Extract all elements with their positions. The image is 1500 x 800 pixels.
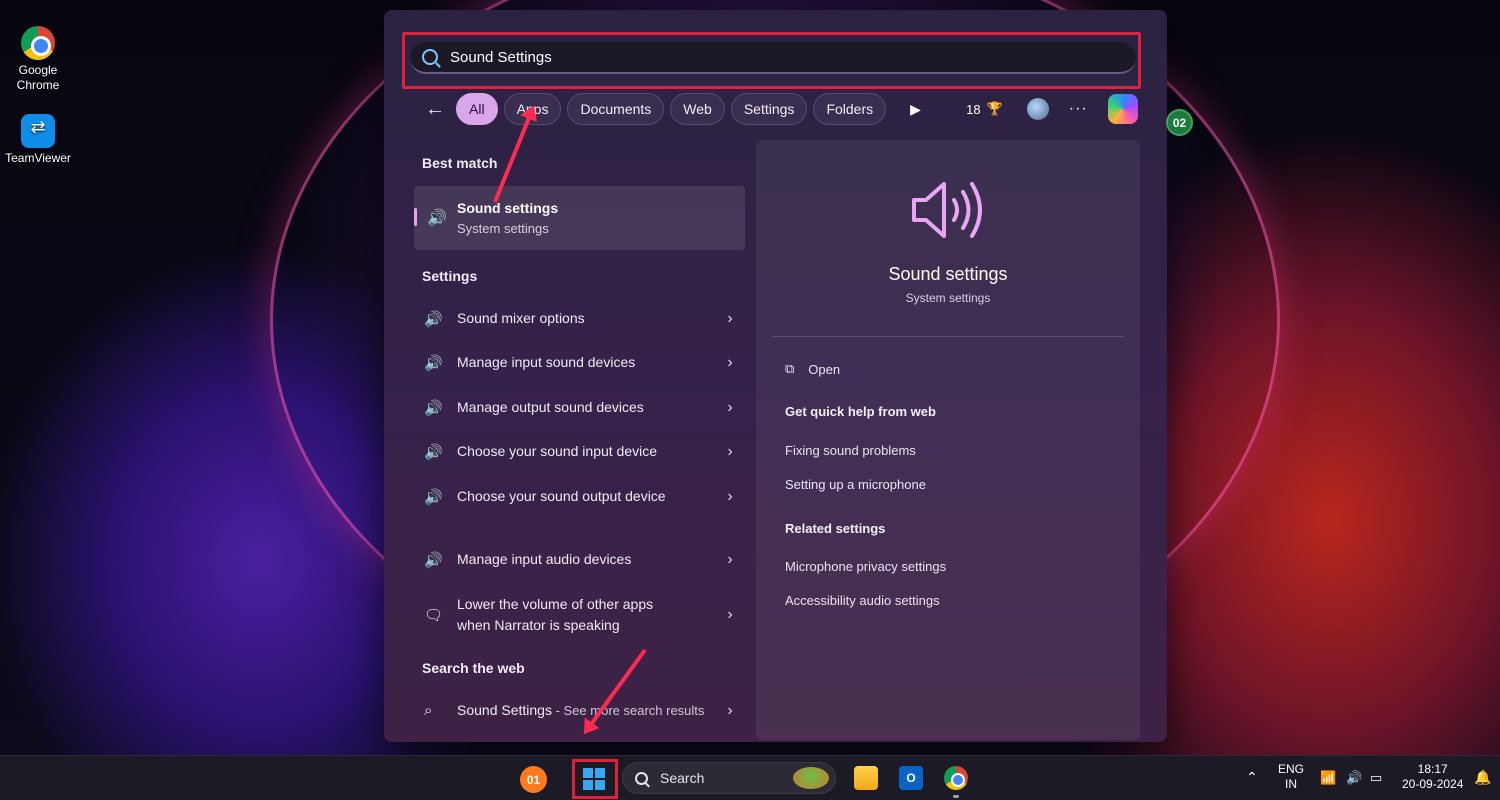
wifi-icon[interactable]: 📶: [1320, 770, 1336, 785]
outlook-icon[interactable]: O: [899, 766, 923, 790]
desktop-icon-label: TeamViewer: [5, 151, 71, 165]
open-label: Open: [808, 361, 841, 377]
rewards-points[interactable]: 18 🏆: [966, 101, 1003, 117]
clock-date: 20-09-2024: [1402, 777, 1464, 791]
chrome-icon[interactable]: [944, 766, 968, 790]
annotation-badge-02: 02: [1166, 109, 1193, 136]
running-indicator: [953, 795, 959, 798]
quick-help-heading: Get quick help from web: [785, 404, 936, 419]
battery-icon[interactable]: ▭: [1370, 770, 1382, 785]
language-code: ENG: [1278, 762, 1305, 776]
volume-icon[interactable]: 🔊: [1346, 770, 1362, 785]
quick-help-link[interactable]: Setting up a microphone: [785, 477, 926, 492]
related-settings-link[interactable]: Accessibility audio settings: [785, 593, 940, 608]
more-filters-play-icon[interactable]: ▶: [910, 101, 930, 118]
chevron-right-icon: ›: [727, 309, 733, 327]
search-web-heading: Search the web: [422, 660, 525, 676]
selection-accent: [414, 208, 417, 226]
clock[interactable]: 18:17 20-09-2024: [1402, 762, 1463, 792]
open-external-icon: ⧉: [785, 361, 795, 376]
web-search-label: Sound Settings - See more search results: [457, 700, 720, 721]
open-action[interactable]: ⧉ Open: [785, 361, 840, 377]
desktop-icon-label: Chrome: [16, 78, 60, 92]
speaker-large-icon: [912, 182, 982, 238]
region-code: IN: [1285, 777, 1297, 791]
speaker-icon: 🔊: [424, 488, 443, 506]
back-arrow-icon[interactable]: ←: [420, 98, 450, 121]
chevron-up-icon[interactable]: ⌃: [1246, 770, 1258, 785]
teamviewer-icon: [21, 114, 55, 148]
taskbar-search[interactable]: Search: [622, 762, 836, 794]
search-icon: [635, 771, 648, 785]
related-settings-heading: Related settings: [785, 521, 886, 536]
web-search-query: Sound Settings: [457, 702, 552, 718]
copilot-icon[interactable]: [1107, 94, 1138, 124]
best-match-heading: Best match: [422, 155, 498, 171]
chevron-right-icon: ›: [727, 487, 733, 505]
list-item-label: Choose your sound output device: [457, 488, 666, 504]
desktop-icon-teamviewer[interactable]: TeamViewer: [3, 114, 73, 166]
narrator-icon: 🗨: [424, 607, 444, 624]
desktop-icon-label: Google: [18, 63, 58, 77]
chevron-right-icon: ›: [727, 701, 733, 719]
desktop-icon-chrome[interactable]: Google Chrome: [3, 26, 73, 93]
divider: [772, 336, 1124, 337]
list-item[interactable]: 🔊 Choose your sound output device ›: [424, 486, 740, 507]
list-item-label: Sound mixer options: [457, 310, 585, 326]
chrome-icon: [21, 26, 55, 60]
annotation-highlight-search: [402, 32, 1141, 89]
file-explorer-icon[interactable]: [854, 766, 878, 790]
best-match-title: Sound settings: [457, 200, 559, 216]
quick-help-link[interactable]: Fixing sound problems: [785, 443, 916, 458]
speaker-icon: 🔊: [424, 551, 443, 569]
list-item-label: Manage output sound devices: [457, 399, 644, 415]
chevron-right-icon: ›: [727, 353, 733, 371]
language-indicator[interactable]: ENG IN: [1278, 762, 1304, 792]
chevron-right-icon: ›: [727, 442, 733, 460]
web-search-suffix: - See more search results: [551, 703, 705, 718]
avatar[interactable]: [1026, 98, 1049, 120]
taskbar-search-placeholder: Search: [660, 770, 705, 786]
filter-documents[interactable]: Documents: [567, 93, 665, 125]
related-settings-link[interactable]: Microphone privacy settings: [785, 559, 946, 574]
filter-web[interactable]: Web: [670, 93, 725, 125]
notification-bell-icon[interactable]: 🔔: [1474, 770, 1491, 785]
list-item-label: Manage input sound devices: [457, 354, 636, 370]
list-item-label: Manage input audio devices: [457, 551, 632, 567]
filter-settings[interactable]: Settings: [730, 93, 808, 125]
trophy-icon: 🏆: [986, 101, 1003, 116]
annotation-badge-01: 01: [520, 766, 547, 793]
speaker-icon: 🔊: [427, 210, 447, 227]
list-item[interactable]: 🔊 Sound mixer options ›: [424, 308, 740, 329]
chevron-right-icon: ›: [727, 550, 733, 568]
list-item[interactable]: 🗨 Lower the volume of other apps when Na…: [424, 594, 740, 636]
list-item[interactable]: 🔊 Choose your sound input device ›: [424, 441, 740, 462]
best-match-subtitle: System settings: [457, 221, 549, 236]
speaker-icon: 🔊: [424, 443, 443, 461]
list-item[interactable]: 🔊 Manage input audio devices ›: [424, 549, 740, 570]
preview-pane: Sound settings System settings ⧉ Open Ge…: [756, 140, 1140, 740]
speaker-icon: 🔊: [424, 399, 443, 417]
filter-folders[interactable]: Folders: [813, 93, 887, 125]
list-item[interactable]: 🔊 Manage input sound devices ›: [424, 352, 740, 373]
search-highlight-icon: [793, 767, 829, 789]
speaker-icon: 🔊: [424, 354, 443, 372]
clock-time: 18:17: [1417, 762, 1448, 776]
settings-heading: Settings: [422, 268, 478, 284]
filter-all[interactable]: All: [456, 93, 498, 125]
best-match-item[interactable]: 🔊 Sound settings System settings: [414, 186, 745, 250]
annotation-highlight-start: [572, 759, 618, 799]
list-item-label: Choose your sound input device: [457, 443, 658, 459]
search-icon: ⌕: [424, 702, 433, 719]
chevron-right-icon: ›: [727, 606, 733, 623]
points-count: 18: [966, 101, 981, 117]
preview-title: Sound settings: [888, 264, 1008, 284]
list-item[interactable]: 🔊 Manage output sound devices ›: [424, 397, 740, 418]
more-options-icon[interactable]: ···: [1069, 100, 1088, 118]
preview-subtitle: System settings: [905, 291, 991, 305]
chevron-right-icon: ›: [727, 398, 733, 416]
web-search-item[interactable]: ⌕ Sound Settings - See more search resul…: [424, 700, 740, 721]
speaker-icon: 🔊: [424, 310, 443, 328]
list-item-label: Lower the volume of other apps when Narr…: [457, 596, 654, 633]
